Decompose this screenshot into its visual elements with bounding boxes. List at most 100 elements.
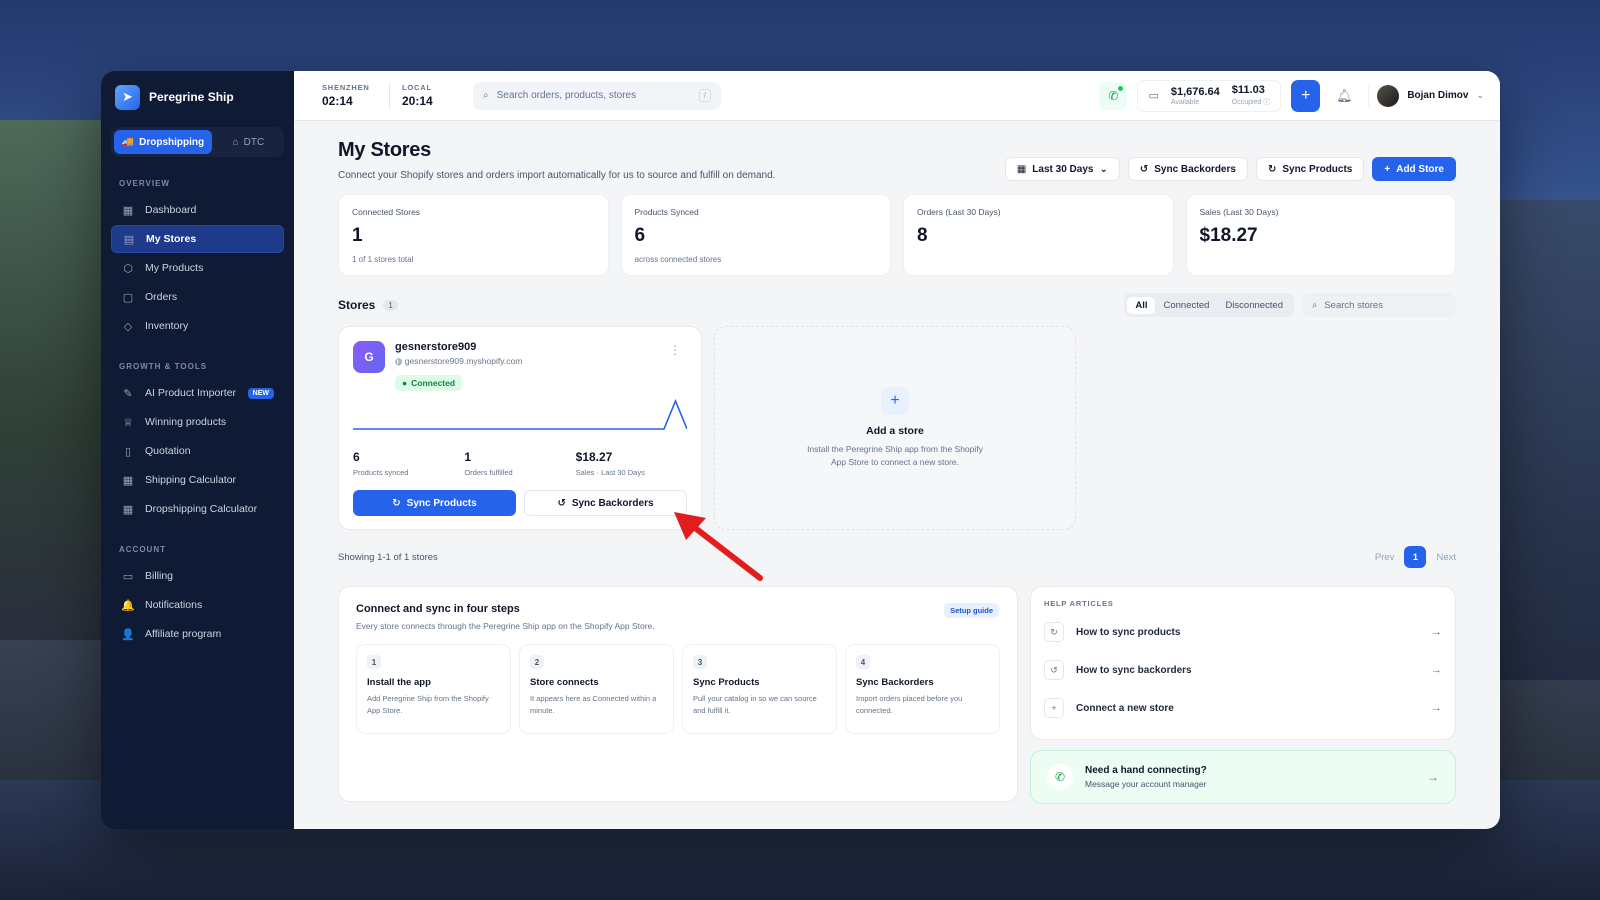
sidebar-item-inventory[interactable]: ◇ Inventory: [111, 312, 284, 340]
user-menu[interactable]: Bojan Dimov ⌄: [1368, 84, 1484, 107]
divider: [389, 81, 390, 110]
sidebar-item-dropshipping-calculator[interactable]: ▦ Dropshipping Calculator: [111, 495, 284, 523]
topbar-right: ✆ ▭ $1,676.64 Available $11.03 Occupied …: [1099, 79, 1484, 112]
arrow-right-icon: →: [1431, 626, 1442, 638]
stores-title: Stores: [338, 298, 376, 312]
bottom-row: Connect and sync in four steps Every sto…: [338, 586, 1456, 804]
filter-connected[interactable]: Connected: [1155, 297, 1217, 314]
sidebar-item-dashboard[interactable]: ▦ Dashboard: [111, 196, 284, 224]
bell-icon: 🔔: [121, 599, 135, 612]
step-4: 4 Sync Backorders Import orders placed bef…: [845, 644, 1000, 734]
filter-all[interactable]: All: [1127, 296, 1156, 314]
sidebar-item-notifications[interactable]: 🔔 Notifications: [111, 591, 284, 619]
help-articles: HELP ARTICLES ↻ How to sync products → ↺ Ho…: [1030, 586, 1456, 740]
filter-disconnected[interactable]: Disconnected: [1217, 297, 1291, 314]
title-row: My Stores Connect your Shopify stores an…: [338, 139, 1456, 181]
sidebar-item-quotation[interactable]: ▯ Quotation: [111, 437, 284, 465]
whatsapp-button[interactable]: ✆: [1099, 81, 1128, 110]
grid-icon: ▦: [122, 204, 134, 217]
sync-backorders-button[interactable]: ↺ Sync Backorders: [1127, 157, 1248, 181]
arrow-right-icon: →: [1427, 770, 1439, 784]
clock-local: LOCAL 20:14: [402, 83, 433, 108]
search-icon: ⌕: [483, 90, 489, 101]
sidebar-item-my-products[interactable]: ⬡ My Products: [111, 254, 284, 282]
store-card-header: G gesnerstore909 ◍ gesnerstore909.myshop…: [353, 341, 687, 391]
chevron-down-icon: ⌄: [1476, 90, 1484, 100]
stores-header: Stores 1 All Connected Disconnected ⌕ Se…: [338, 293, 1456, 317]
sync-products-button[interactable]: ↻ Sync Products: [1255, 157, 1365, 181]
whatsapp-icon: ✆: [1108, 88, 1119, 103]
next-page-button[interactable]: Next: [1436, 552, 1456, 563]
mode-dtc[interactable]: ⌂ DTC: [216, 130, 281, 154]
wallet-balance[interactable]: ▭ $1,676.64 Available $11.03 Occupied ⓘ: [1137, 79, 1282, 112]
new-badge: NEW: [247, 387, 274, 399]
page-content: My Stores Connect your Shopify stores an…: [294, 121, 1500, 804]
plus-icon: +: [1044, 698, 1064, 718]
stat-orders: Orders (Last 30 Days) 8: [903, 194, 1174, 276]
step-3: 3 Sync Products Pull your catalog in so we…: [682, 644, 837, 734]
help-column: HELP ARTICLES ↻ How to sync products → ↺ Ho…: [1030, 586, 1456, 804]
pagination-row: Showing 1-1 of 1 stores Prev 1 Next: [338, 546, 1456, 568]
plus-icon: +: [881, 387, 909, 415]
steps-subtitle: Every store connects through the Peregri…: [356, 621, 655, 631]
add-store-button[interactable]: + Add Store: [1372, 157, 1456, 181]
plus-icon: +: [1301, 86, 1311, 104]
document-icon: ▯: [124, 445, 132, 458]
date-range-select[interactable]: ▦ Last 30 Days ⌄: [1004, 157, 1120, 181]
section-account: ACCOUNT: [119, 545, 166, 554]
store-sync-backorders-button[interactable]: ↺ Sync Backorders: [524, 490, 687, 516]
truck-icon: 🚚: [121, 136, 135, 148]
history-icon: ↺: [1139, 163, 1149, 175]
more-options-icon[interactable]: ⋮: [669, 343, 681, 357]
add-store-title: Add a store: [866, 425, 924, 437]
help-item-sync-products[interactable]: ↻ How to sync products →: [1044, 614, 1442, 650]
online-dot: [1118, 85, 1124, 91]
refresh-icon: ↻: [392, 497, 401, 509]
sidebar-item-orders[interactable]: ▢ Orders: [111, 283, 284, 311]
store-search-input[interactable]: ⌕ Search stores: [1302, 293, 1456, 317]
section-overview: OVERVIEW: [119, 179, 170, 188]
steps-card: Connect and sync in four steps Every sto…: [338, 586, 1018, 802]
clock-shenzhen: SHENZHEN 02:14: [322, 83, 370, 108]
help-item-connect-store[interactable]: + Connect a new store →: [1044, 690, 1442, 726]
setup-guide-badge[interactable]: Setup guide: [944, 603, 999, 618]
global-search-input[interactable]: ⌕ Search orders, products, stores /: [473, 81, 721, 110]
help-item-sync-backorders[interactable]: ↺ How to sync backorders →: [1044, 652, 1442, 688]
card-icon: ▭: [122, 570, 134, 583]
balance-available: $1,676.64 Available: [1170, 85, 1220, 106]
topbar: SHENZHEN 02:14 LOCAL 20:14 ⌕ Search orde…: [294, 71, 1500, 121]
sidebar-item-shipping-calculator[interactable]: ▦ Shipping Calculator: [111, 466, 284, 494]
filter-segmented: All Connected Disconnected: [1124, 293, 1294, 317]
stat-sales: Sales (Last 30 Days) $18.27: [1185, 194, 1456, 276]
sidebar-item-winning-products[interactable]: ♕ Winning products: [111, 408, 284, 436]
sidebar-item-my-stores[interactable]: ▤ My Stores: [111, 225, 284, 253]
support-card[interactable]: ✆ Need a hand connecting? Message your a…: [1030, 750, 1456, 804]
arrow-right-icon: →: [1431, 664, 1442, 676]
store-sync-products-button[interactable]: ↻ Sync Products: [353, 490, 516, 516]
notifications-button[interactable]: 🔔︎: [1330, 82, 1358, 110]
store-card-actions: ↻ Sync Products ↺ Sync Backorders: [353, 490, 687, 516]
sidebar-item-ai-product-importer[interactable]: ✎ AI Product Importer NEW: [111, 379, 284, 407]
store-stat-orders: 1 Orders fulfilled: [464, 450, 513, 477]
history-icon: ↺: [1044, 660, 1064, 680]
add-store-card[interactable]: + Add a store Install the Peregrine Ship…: [714, 326, 1076, 530]
sidebar-item-billing[interactable]: ▭ Billing: [111, 562, 284, 590]
brand[interactable]: ➤ Peregrine Ship: [111, 83, 284, 111]
whatsapp-icon: ✆: [1047, 764, 1073, 790]
main-area: SHENZHEN 02:14 LOCAL 20:14 ⌕ Search orde…: [294, 71, 1500, 829]
brand-name: Peregrine Ship: [149, 90, 234, 104]
store-stat-products: 6 Products synced: [353, 450, 409, 477]
mode-switch: 🚚 Dropshipping ⌂ DTC: [111, 127, 284, 157]
showing-count: Showing 1-1 of 1 stores: [338, 551, 438, 563]
users-icon: 👤: [121, 628, 135, 641]
sidebar-item-affiliate[interactable]: 👤 Affiliate program: [111, 620, 284, 648]
bell-icon: 🔔︎: [1336, 87, 1353, 103]
store-cards: G gesnerstore909 ◍ gesnerstore909.myshop…: [338, 326, 1456, 530]
prev-page-button[interactable]: Prev: [1375, 552, 1395, 563]
top-up-button[interactable]: +: [1291, 79, 1321, 112]
store-filters: All Connected Disconnected ⌕ Search stor…: [1124, 293, 1456, 317]
page-1-button[interactable]: 1: [1404, 546, 1427, 568]
calculator-icon: ▦: [122, 474, 134, 487]
mode-dropshipping[interactable]: 🚚 Dropshipping: [114, 130, 212, 154]
step-2: 2 Store connects It appears here as Connec…: [519, 644, 674, 734]
